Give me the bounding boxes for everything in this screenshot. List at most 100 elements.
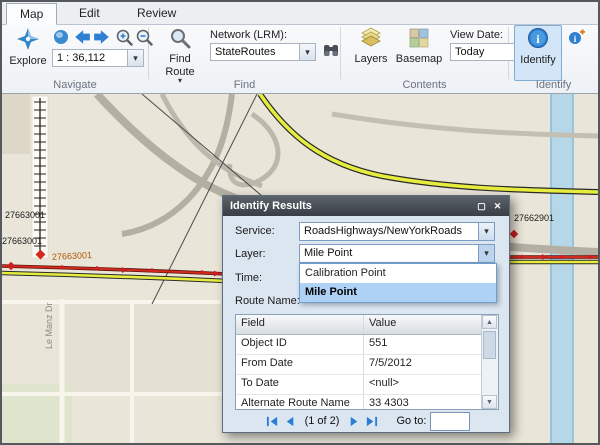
scrollbar-thumb[interactable] bbox=[483, 331, 496, 359]
layer-option-calibration-point[interactable]: Calibration Point bbox=[300, 264, 496, 283]
highway-ramp bbox=[162, 94, 262, 186]
zoom-in-icon[interactable] bbox=[115, 28, 133, 46]
layer-option-mile-point[interactable]: Mile Point bbox=[300, 283, 496, 302]
page-indicator: (1 of 2) bbox=[305, 415, 340, 427]
value-cell: 33 4303 bbox=[364, 395, 482, 410]
find-route-magnifier-icon bbox=[169, 27, 191, 52]
field-cell: Alternate Route Name bbox=[236, 395, 364, 410]
scroll-up-icon[interactable]: ▲ bbox=[482, 315, 497, 329]
service-combobox[interactable]: RoadsHighways/NewYorkRoads ▾ bbox=[299, 222, 495, 241]
goto-input[interactable] bbox=[430, 412, 470, 431]
explore-label: Explore bbox=[9, 55, 46, 67]
attributes-table: Field Value Object ID 551 From Date 7/5/… bbox=[235, 314, 499, 410]
binoculars-icon[interactable] bbox=[322, 42, 340, 60]
dialog-title: Identify Results bbox=[230, 200, 312, 212]
last-page-icon[interactable] bbox=[364, 414, 378, 428]
identify-icon: i bbox=[526, 26, 550, 53]
contents-group-label: Contents bbox=[341, 79, 508, 91]
next-page-icon[interactable] bbox=[346, 414, 360, 428]
layer-value: Mile Point bbox=[300, 245, 478, 262]
route-number-road-label: 27663001 bbox=[52, 250, 93, 262]
find-route-button[interactable]: Find Route ▾ bbox=[154, 26, 206, 80]
field-cell: Object ID bbox=[236, 335, 364, 354]
network-value: StateRoutes bbox=[211, 44, 299, 60]
value-cell: 7/5/2012 bbox=[364, 355, 482, 374]
time-label: Time: bbox=[235, 272, 262, 284]
field-cell: From Date bbox=[236, 355, 364, 374]
table-row[interactable]: Alternate Route Name 33 4303 bbox=[236, 395, 498, 410]
map-block bbox=[62, 304, 222, 394]
view-date-value: Today bbox=[451, 44, 515, 60]
first-page-icon[interactable] bbox=[266, 414, 280, 428]
scroll-down-icon[interactable]: ▼ bbox=[482, 395, 497, 409]
value-cell: <null> bbox=[364, 375, 482, 394]
app-window: Map Edit Review Explore bbox=[0, 0, 600, 445]
layer-combobox[interactable]: Mile Point ▾ bbox=[299, 244, 495, 263]
previous-page-icon[interactable] bbox=[284, 414, 298, 428]
forward-arrow-icon[interactable] bbox=[93, 28, 111, 46]
network-lrm-label: Network (LRM): bbox=[210, 29, 287, 41]
layers-label: Layers bbox=[354, 53, 387, 65]
table-row[interactable]: To Date <null> bbox=[236, 375, 498, 395]
basemap-icon bbox=[408, 27, 430, 52]
value-cell: 551 bbox=[364, 335, 482, 354]
table-scrollbar[interactable]: ▲ ▼ bbox=[481, 315, 498, 409]
identify-label: Identify bbox=[520, 54, 555, 66]
layer-label: Layer: bbox=[235, 248, 266, 260]
identify-results-dialog: Identify Results ▢ ✕ Service: RoadsHighw… bbox=[222, 195, 510, 433]
close-icon[interactable]: ✕ bbox=[490, 199, 505, 213]
chevron-down-icon: ▾ bbox=[127, 50, 143, 66]
route-number-label: 27663001 bbox=[5, 210, 45, 220]
chevron-down-icon: ▾ bbox=[299, 44, 315, 60]
layers-button[interactable]: Layers bbox=[348, 26, 394, 80]
tab-map[interactable]: Map bbox=[6, 3, 57, 25]
table-row[interactable]: Object ID 551 bbox=[236, 335, 498, 355]
water-river bbox=[551, 94, 573, 443]
pagination-bar: (1 of 2) Go to: bbox=[223, 410, 511, 432]
group-separator bbox=[340, 27, 341, 79]
previous-extent-icon[interactable] bbox=[52, 28, 70, 46]
navigate-group-label: Navigate bbox=[2, 79, 148, 91]
map-block bbox=[2, 94, 30, 154]
basemap-label: Basemap bbox=[396, 53, 442, 65]
find-route-label-1: Find bbox=[169, 53, 190, 65]
basemap-button[interactable]: Basemap bbox=[394, 26, 444, 80]
identify-route-plus-icon[interactable]: i bbox=[568, 28, 586, 46]
identify-button[interactable]: i Identify bbox=[514, 25, 562, 81]
service-value: RoadsHighways/NewYorkRoads bbox=[300, 223, 478, 240]
tab-review[interactable]: Review bbox=[124, 4, 189, 23]
route-number-label: 27663001 bbox=[2, 236, 42, 246]
identify-group-label: Identify bbox=[509, 79, 598, 91]
view-date-label: View Date: bbox=[450, 29, 503, 41]
field-column-header: Field bbox=[236, 315, 364, 334]
field-cell: To Date bbox=[236, 375, 364, 394]
route-number-label: 27662901 bbox=[514, 213, 554, 223]
explore-compass-icon bbox=[16, 27, 40, 54]
maximize-icon[interactable]: ▢ bbox=[474, 199, 489, 213]
find-group-label: Find bbox=[149, 79, 340, 91]
route-highlight-casing bbox=[260, 94, 598, 192]
scale-combobox[interactable]: 1 : 36,112 ▾ bbox=[52, 49, 144, 67]
table-header-row: Field Value bbox=[236, 315, 498, 335]
ribbon-tabstrip: Map Edit Review bbox=[2, 2, 598, 25]
value-column-header: Value bbox=[364, 315, 482, 334]
zoom-out-icon[interactable] bbox=[135, 28, 153, 46]
layers-icon bbox=[360, 27, 382, 52]
goto-group: Go to: bbox=[396, 412, 470, 431]
layer-dropdown-list: Calibration Point Mile Point bbox=[299, 263, 497, 303]
route-highlight-yellow bbox=[260, 94, 598, 192]
explore-button[interactable]: Explore bbox=[6, 26, 50, 80]
tab-edit[interactable]: Edit bbox=[66, 4, 113, 23]
chevron-down-icon: ▾ bbox=[478, 245, 494, 262]
service-label: Service: bbox=[235, 225, 275, 237]
goto-label: Go to: bbox=[396, 415, 426, 427]
chevron-down-icon: ▾ bbox=[478, 223, 494, 240]
route-name-label: Route Name: bbox=[235, 295, 300, 307]
network-combobox[interactable]: StateRoutes ▾ bbox=[210, 43, 316, 61]
scale-value: 1 : 36,112 bbox=[53, 50, 127, 66]
dialog-titlebar[interactable]: Identify Results ▢ ✕ bbox=[223, 196, 509, 216]
table-row[interactable]: From Date 7/5/2012 bbox=[236, 355, 498, 375]
back-arrow-icon[interactable] bbox=[73, 28, 91, 46]
ribbon: Map Edit Review Explore bbox=[2, 2, 598, 94]
street-name-label: Le Manz Dr bbox=[44, 302, 54, 349]
